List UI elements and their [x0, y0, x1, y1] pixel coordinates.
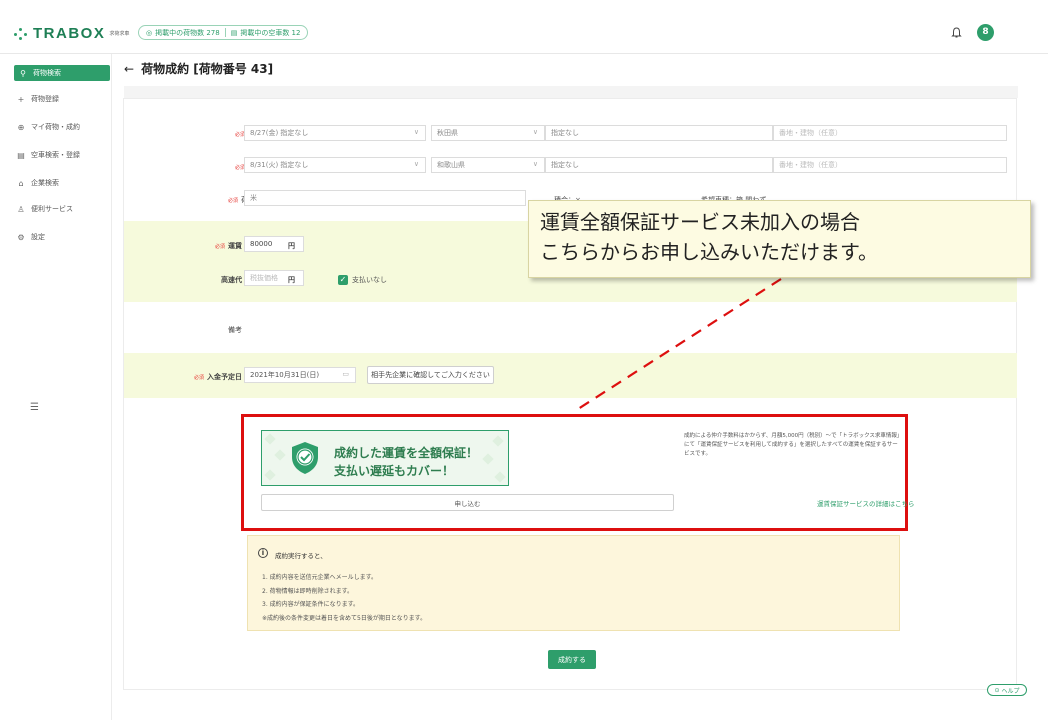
payment-date-input[interactable]: 2021年10月31日(日) ▭: [244, 367, 356, 383]
sidebar-item-cargo-register[interactable]: + 荷物登録: [16, 91, 106, 107]
apply-guarantee-button[interactable]: 申し込む: [261, 494, 674, 511]
contract-notice-box: i 成約実行すると、 1. 成約内容を送信元企業へメールします。 2. 荷物情報…: [247, 535, 900, 631]
toll-input[interactable]: 税抜価格: [244, 270, 304, 286]
help-button[interactable]: ⊙ ヘルプ: [987, 684, 1027, 696]
toll-label: 高速代: [221, 276, 242, 284]
logo-subtitle: 求荷求車: [109, 31, 130, 37]
notice-line: 3. 成約内容が保証条件になります。: [262, 601, 360, 608]
sidebar-item-company-search[interactable]: ⌂ 企業検索: [16, 175, 106, 191]
fare-input[interactable]: 80000: [244, 236, 304, 252]
sidebar-item-vehicle-search[interactable]: ▤ 空車検索・登録: [16, 147, 106, 163]
truck-icon: ▤: [17, 150, 25, 160]
no-payment-checkbox[interactable]: ✓: [338, 275, 348, 285]
submit-contract-button[interactable]: 成約する: [548, 650, 596, 669]
shield-check-icon: [292, 442, 318, 474]
logo-dots-icon: [14, 27, 28, 40]
guarantee-description: 成約による仲介手数料はかからず、月額5,000円（税別）～で「トラボックス求車情…: [684, 433, 900, 457]
annotation-dashed-line: [577, 278, 782, 410]
page-title: ← 荷物成約 [荷物番号 43]: [124, 60, 273, 77]
departure-address-input[interactable]: 番地・建物（任意）: [773, 125, 1007, 141]
fare-label: 必須 運賃: [214, 242, 242, 250]
notice-title: 成約実行すると、: [275, 552, 327, 560]
collapse-sidebar-icon[interactable]: ☰: [30, 402, 39, 413]
listing-count-chips: ◎ 掲載中の荷物数 278 ▤ 掲載中の空車数 12: [138, 25, 309, 40]
help-circle-icon: ⊙: [994, 686, 1002, 694]
chevron-down-icon: ∨: [413, 160, 419, 168]
toll-unit: 円: [288, 276, 295, 284]
vehicle-count-chip[interactable]: 掲載中の空車数 12: [240, 28, 300, 38]
trabox-logo[interactable]: TRABOX 求荷求車: [14, 25, 129, 42]
truck-icon: ▤: [230, 28, 238, 37]
sidebar-item-label: 企業検索: [31, 179, 59, 187]
callout-line-1: 運賃全額保証サービス未加入の場合: [540, 210, 860, 234]
fare-guarantee-box: 成約した運賃を全額保証！ 支払い遅延もカバー！ 成約による仲介手数料はかからず、…: [241, 414, 915, 531]
sidebar-item-label: 荷物検索: [33, 69, 61, 77]
arrival-address-input[interactable]: 番地・建物（任意）: [773, 157, 1007, 173]
back-arrow-icon[interactable]: ←: [124, 62, 134, 76]
panel-header-strip: [124, 86, 1018, 98]
chevron-down-icon: ∨: [532, 128, 538, 136]
top-bar: TRABOX 求荷求車 ◎ 掲載中の荷物数 278 ▤ 掲載中の空車数 12 8: [0, 0, 1048, 54]
arrival-city-select[interactable]: 指定なし: [545, 157, 773, 173]
people-icon: ♙: [17, 204, 25, 214]
callout-line-2: こちらからお申し込みいただけます。: [540, 240, 878, 264]
search-icon: ⚲: [20, 68, 26, 78]
arrival-label: 必須着: [234, 163, 255, 171]
sidebar-item-label: マイ荷物・成約: [31, 123, 80, 131]
departure-date-select[interactable]: 8/27(金) 指定なし ∨: [244, 125, 426, 141]
sidebar-item-services[interactable]: ♙ 便利サービス: [16, 201, 106, 217]
info-icon: i: [258, 548, 268, 558]
cargo-count-chip[interactable]: 掲載中の荷物数 278: [155, 28, 220, 38]
confirm-with-partner-button[interactable]: 相手先企業に確認してご入力ください: [367, 366, 494, 384]
sidebar-item-settings[interactable]: ⚙ 設定: [16, 229, 106, 245]
box-icon: ⊕: [17, 122, 25, 132]
sidebar-item-my-cargo[interactable]: ⊕ マイ荷物・成約: [16, 119, 106, 135]
departure-prefecture-select[interactable]: 秋田県 ∨: [431, 125, 545, 141]
notice-line: 2. 荷物情報は即時削除されます。: [262, 588, 354, 595]
sidebar-item-label: 荷物登録: [31, 95, 59, 103]
sidebar-item-label: 便利サービス: [31, 205, 73, 213]
chevron-down-icon: ∨: [413, 128, 419, 136]
box-icon: ◎: [146, 28, 153, 37]
banner-subline: 支払い遅延もカバー！: [334, 464, 455, 478]
sidebar-item-label: 設定: [31, 233, 45, 241]
arrival-prefecture-select[interactable]: 和歌山県 ∨: [431, 157, 545, 173]
cargo-type-label: 必須荷種: [227, 196, 255, 204]
payment-date-label: 必須 入金予定日: [193, 373, 242, 381]
building-icon: ⌂: [18, 178, 24, 188]
departure-city-select[interactable]: 指定なし: [545, 125, 773, 141]
page-title-text: 荷物成約 [荷物番号 43]: [141, 62, 274, 76]
chevron-down-icon: ∨: [532, 160, 538, 168]
sidebar-item-cargo-search[interactable]: ⚲ 荷物検索: [14, 65, 110, 81]
notice-line: 1. 成約内容を送信元企業へメールします。: [262, 574, 378, 581]
bell-icon[interactable]: [950, 27, 962, 39]
notice-line: ※成約後の条件変更は着日を含めて5日後が期日となります。: [262, 615, 427, 622]
cargo-type-input[interactable]: 米: [244, 190, 526, 206]
sidebar-item-label: 空車検索・登録: [31, 151, 80, 159]
fare-guarantee-banner[interactable]: 成約した運賃を全額保証！ 支払い遅延もカバー！: [261, 430, 509, 486]
remarks-label: 備考: [228, 326, 242, 334]
gear-icon: ⚙: [17, 232, 25, 242]
departure-label: 必須発: [234, 130, 255, 138]
user-avatar[interactable]: 8: [977, 24, 994, 41]
no-payment-label: 支払いなし: [352, 276, 387, 284]
calendar-icon[interactable]: ▭: [342, 370, 349, 378]
logo-text: TRABOX: [33, 25, 106, 42]
banner-headline: 成約した運賃を全額保証！: [334, 446, 479, 460]
plus-icon: +: [17, 94, 25, 104]
guarantee-details-link[interactable]: 運賃保証サービスの詳細はこちら: [817, 498, 915, 508]
fare-unit: 円: [288, 242, 295, 250]
annotation-callout: 運賃全額保証サービス未加入の場合 こちらからお申し込みいただけます。: [528, 200, 1031, 278]
arrival-date-select[interactable]: 8/31(火) 指定なし ∨: [244, 157, 426, 173]
